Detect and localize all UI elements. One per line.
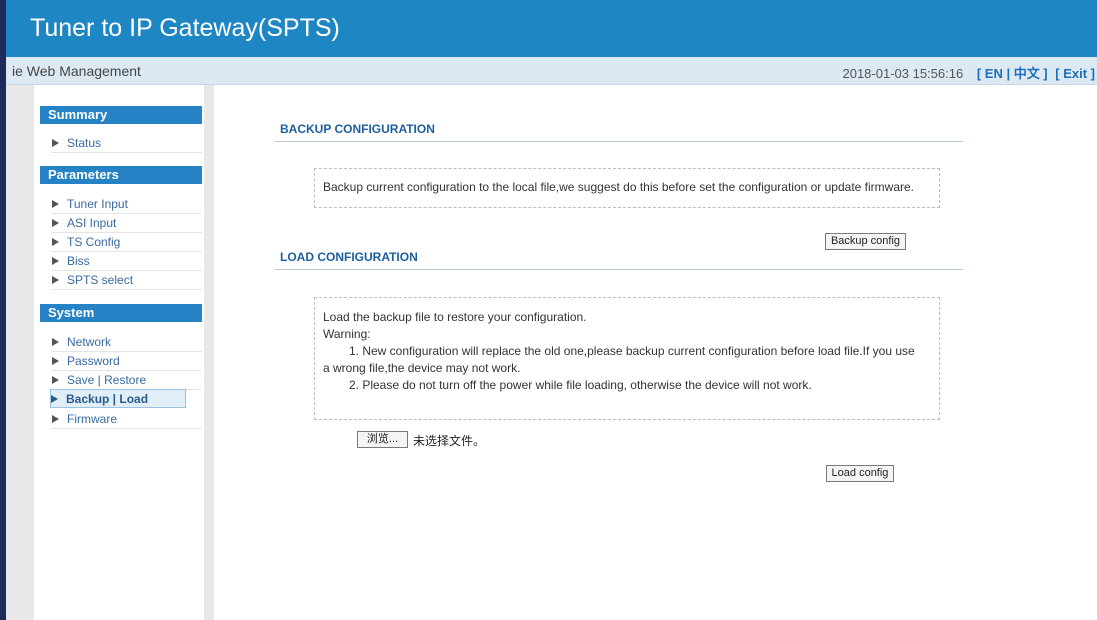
arrow-right-icon [52, 276, 59, 284]
load-section-title: LOAD CONFIGURATION [280, 250, 418, 264]
arrow-right-icon [52, 338, 59, 346]
sidebar-item-label: Tuner Input [67, 197, 128, 211]
load-section-divider [275, 269, 963, 270]
backup-description: Backup current configuration to the loca… [323, 180, 914, 194]
warning-item-1: 1. New configuration will replace the ol… [349, 344, 915, 358]
sidebar-item-backup-load[interactable]: Backup | Load [50, 389, 186, 408]
sidebar-item-asi-input[interactable]: ASI Input [52, 214, 202, 233]
language-switch-link[interactable]: [ EN | 中文 ] [977, 66, 1048, 81]
sidebar-item-firmware[interactable]: Firmware [52, 410, 202, 429]
sidebar-item-label: Status [67, 136, 102, 150]
warning-item-2: 2. Please do not turn off the power whil… [349, 378, 812, 392]
arrow-right-icon [52, 139, 59, 147]
load-instructions: Load the backup file to restore your con… [323, 309, 935, 394]
load-instruction-line: Load the backup file to restore your con… [323, 310, 587, 324]
backup-section-title: BACKUP CONFIGURATION [280, 122, 435, 136]
backup-config-button[interactable]: Backup config [825, 233, 906, 250]
browse-file-button[interactable]: 浏览... [357, 431, 408, 448]
sidebar-item-label: Save | Restore [67, 373, 147, 387]
backup-section-divider [275, 141, 963, 142]
arrow-right-icon [52, 257, 59, 265]
sidebar-item-label: ASI Input [67, 216, 117, 230]
arrow-right-icon [52, 219, 59, 227]
file-selection-status: 未选择文件。 [413, 434, 486, 448]
arrow-right-icon [52, 376, 59, 384]
warning-label: Warning: [323, 327, 371, 341]
load-config-button[interactable]: Load config [826, 465, 894, 482]
sidebar-item-spts-select[interactable]: SPTS select [52, 271, 202, 290]
load-description-box: Load the backup file to restore your con… [314, 297, 940, 420]
sidebar-section-summary: Summary [40, 106, 202, 124]
backup-description-box: Backup current configuration to the loca… [314, 168, 940, 208]
sidebar-item-label: TS Config [67, 235, 121, 249]
app-title: Tuner to IP Gateway(SPTS) [30, 14, 340, 42]
datetime-display: 2018-01-03 15:56:16 [842, 66, 964, 81]
sidebar-item-ts-config[interactable]: TS Config [52, 233, 202, 252]
sidebar-item-label: Biss [67, 254, 90, 268]
arrow-right-icon [52, 200, 59, 208]
sidebar-section-system: System [40, 304, 202, 322]
sidebar: Summary Status Parameters Tuner Input AS… [6, 85, 214, 620]
sidebar-item-label: Password [67, 354, 120, 368]
arrow-right-icon [52, 415, 59, 423]
sub-header-bar: ie Web Management 2018-01-03 15:56:16 [ … [6, 57, 1097, 85]
sidebar-item-network[interactable]: Network [52, 333, 202, 352]
sidebar-item-biss[interactable]: Biss [52, 252, 202, 271]
sidebar-item-label: Network [67, 335, 112, 349]
sidebar-item-status[interactable]: Status [52, 134, 202, 153]
sidebar-item-tuner-input[interactable]: Tuner Input [52, 195, 202, 214]
warning-item-1-continued: a wrong file,the device may not work. [323, 361, 521, 375]
arrow-right-icon [51, 395, 58, 403]
exit-link[interactable]: [ Exit ] [1055, 66, 1095, 81]
sidebar-item-password[interactable]: Password [52, 352, 202, 371]
status-area: 2018-01-03 15:56:16 [ EN | 中文 ] [ Exit ] [842, 63, 1095, 82]
sidebar-item-label: Firmware [67, 412, 117, 426]
sidebar-panel: Summary Status Parameters Tuner Input AS… [34, 85, 204, 620]
header-bar: Tuner to IP Gateway(SPTS) [6, 0, 1097, 57]
sidebar-item-save-restore[interactable]: Save | Restore [52, 371, 202, 390]
arrow-right-icon [52, 357, 59, 365]
arrow-right-icon [52, 238, 59, 246]
web-management-label: ie Web Management [12, 63, 141, 79]
sidebar-section-parameters: Parameters [40, 166, 202, 184]
sidebar-item-label: SPTS select [67, 273, 134, 287]
sidebar-item-label: Backup | Load [66, 392, 149, 406]
